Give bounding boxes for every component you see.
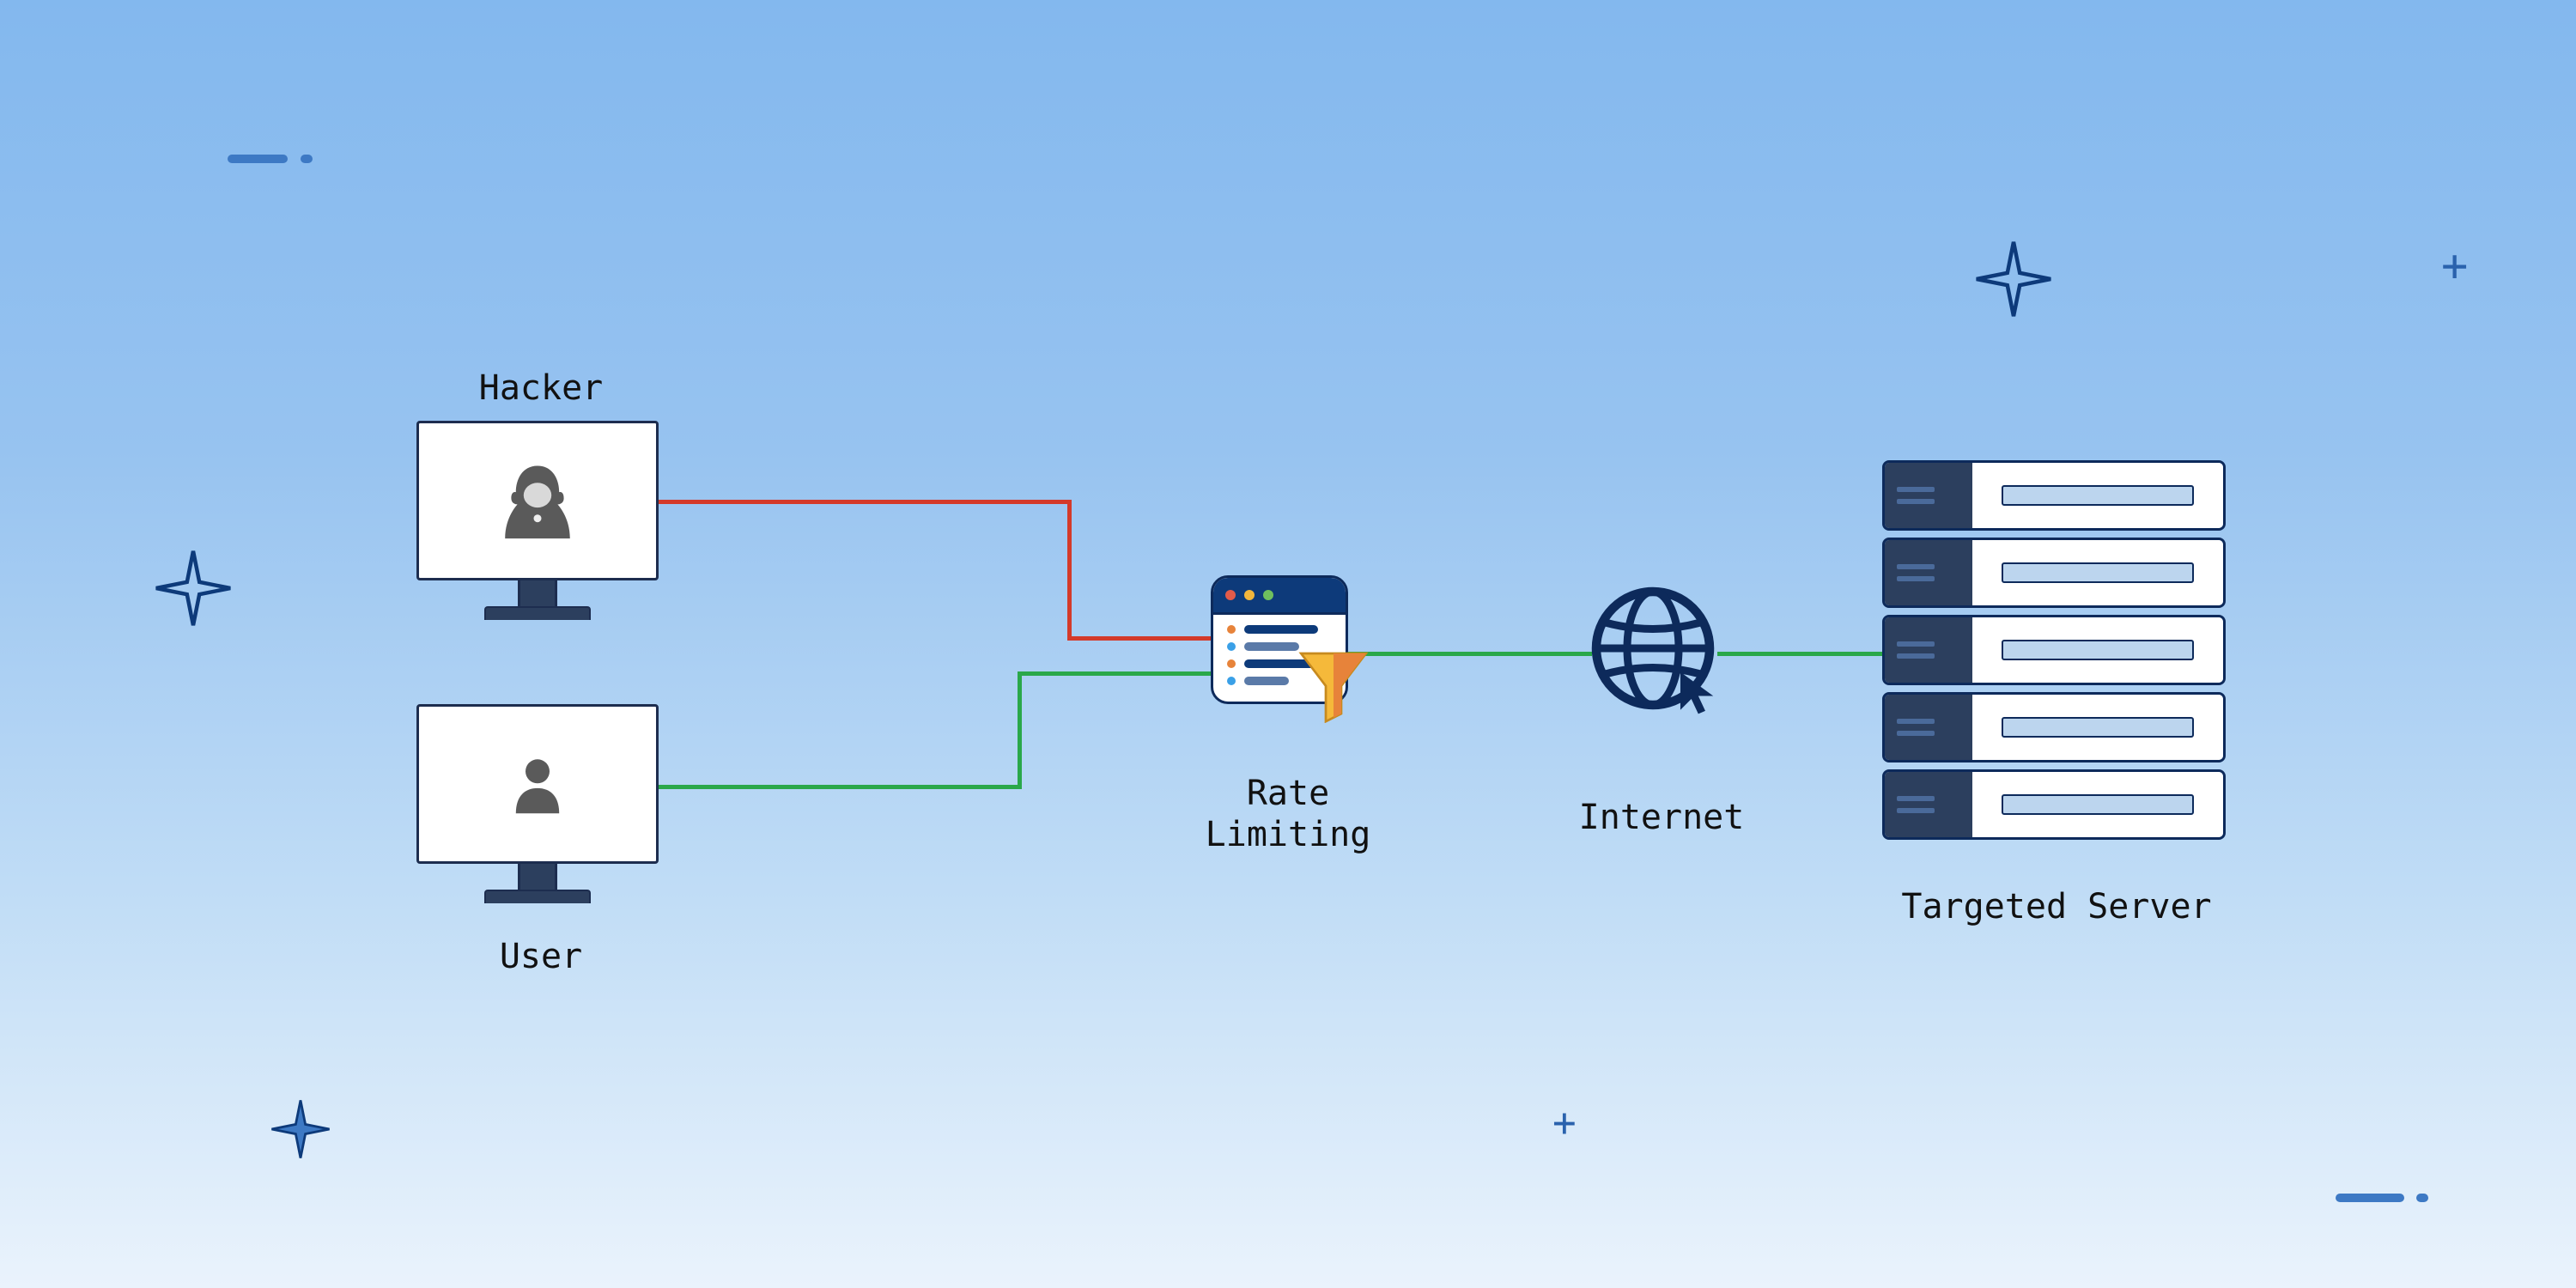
- decor-dash: [2336, 1194, 2404, 1202]
- user-monitor: [416, 704, 659, 903]
- rate-limiting-label: Rate Limiting: [1185, 773, 1391, 855]
- server-unit: [1882, 615, 2226, 685]
- decor-dash: [228, 155, 288, 163]
- connector-user-to-ratelimit: [1018, 671, 1022, 789]
- funnel-icon: [1295, 646, 1372, 723]
- connector-hacker-to-ratelimit: [1067, 500, 1072, 641]
- server-unit: [1882, 538, 2226, 608]
- server-unit: [1882, 460, 2226, 531]
- connector-user-to-ratelimit: [1018, 671, 1219, 676]
- rate-limiting-node: [1211, 575, 1348, 704]
- user-icon: [507, 750, 568, 818]
- hacker-label: Hacker: [455, 368, 627, 409]
- connector-hacker-to-ratelimit: [658, 500, 1072, 504]
- hacker-monitor: [416, 421, 659, 620]
- connector-internet-to-server: [1717, 652, 1885, 656]
- server-stack: [1882, 460, 2226, 840]
- connector-user-to-ratelimit: [658, 785, 1022, 789]
- targeted-server-label: Targeted Server: [1872, 886, 2241, 927]
- sparkle-icon: [1975, 240, 2052, 318]
- server-unit: [1882, 692, 2226, 762]
- decor-dash-dot: [301, 155, 313, 163]
- hacker-icon: [499, 458, 576, 544]
- sparkle-icon: [155, 550, 232, 627]
- internet-label: Internet: [1563, 797, 1760, 838]
- decor-dash-dot: [2416, 1194, 2428, 1202]
- connector-hacker-to-ratelimit: [1067, 636, 1218, 641]
- sparkle-icon: [270, 1099, 331, 1159]
- user-label: User: [472, 936, 610, 977]
- plus-icon: +: [2441, 240, 2468, 292]
- plus-icon: +: [1552, 1099, 1577, 1145]
- connector-ratelimit-to-internet: [1345, 652, 1592, 656]
- cursor-icon: [1674, 668, 1724, 718]
- internet-node: [1589, 584, 1717, 713]
- server-unit: [1882, 769, 2226, 840]
